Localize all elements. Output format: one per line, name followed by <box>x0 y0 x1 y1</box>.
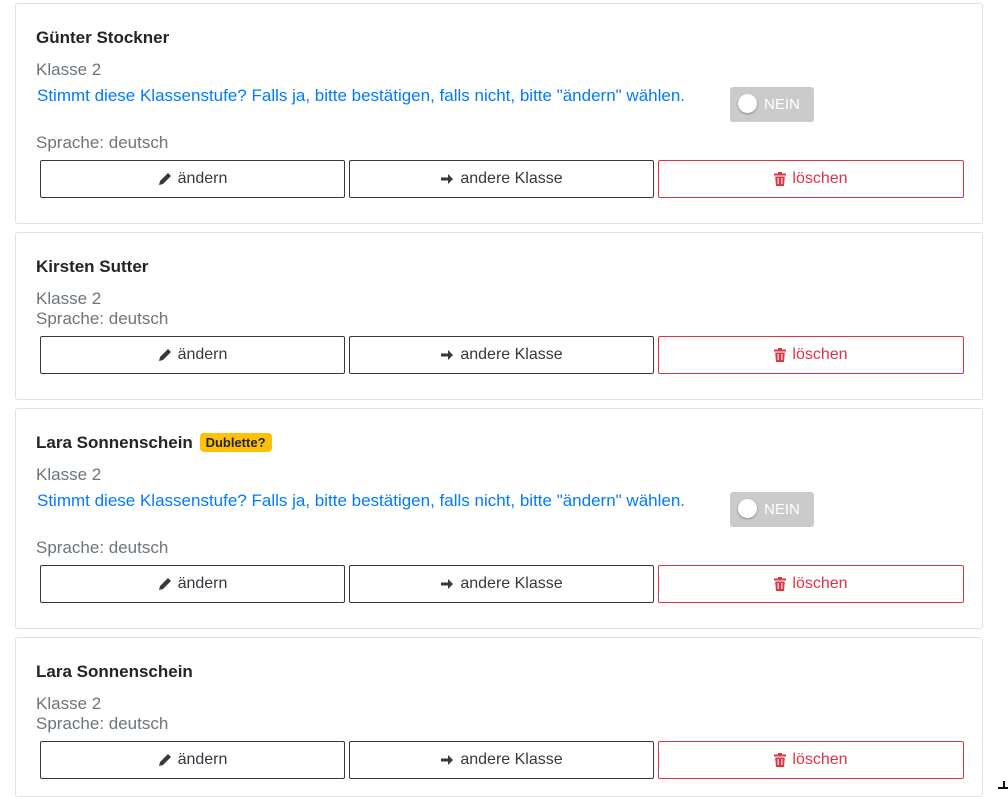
change-class-button-label: andere Klasse <box>460 346 563 363</box>
arrow-right-icon <box>440 577 454 591</box>
delete-button[interactable]: löschen <box>658 565 964 603</box>
class-confirm-question: Stimmt diese Klassenstufe? Falls ja, bit… <box>37 86 686 105</box>
student-class: Klasse 2 <box>36 694 102 713</box>
student-name: Lara Sonnenschein <box>36 662 193 681</box>
edit-button[interactable]: ändern <box>40 565 345 603</box>
delete-button-label: löschen <box>792 751 848 768</box>
class-confirm-toggle[interactable]: NEIN <box>730 492 814 527</box>
edit-button-label: ändern <box>177 170 228 187</box>
pencil-icon <box>158 172 172 186</box>
student-class: Klasse 2 <box>36 60 102 79</box>
change-class-button-label: andere Klasse <box>460 575 563 592</box>
edit-button[interactable]: ändern <box>40 741 345 779</box>
arrow-right-icon <box>440 348 454 362</box>
edit-button[interactable]: ändern <box>40 160 345 198</box>
delete-button[interactable]: löschen <box>658 336 964 374</box>
student-class: Klasse 2 <box>36 289 102 308</box>
delete-button[interactable]: löschen <box>658 160 964 198</box>
student-card: Lara Sonnenschein Klasse 2 Sprache: deut… <box>15 637 983 797</box>
student-language: Sprache: deutsch <box>36 538 169 557</box>
trash-icon <box>774 172 787 186</box>
change-class-button[interactable]: andere Klasse <box>349 741 654 779</box>
pencil-icon <box>158 753 172 767</box>
student-card: Kirsten Sutter Klasse 2 Sprache: deutsch… <box>15 232 983 400</box>
pencil-icon <box>158 577 172 591</box>
student-name: Lara Sonnenschein Dublette? <box>36 433 272 453</box>
trash-icon <box>774 348 787 362</box>
edit-button-label: ändern <box>177 575 228 592</box>
student-name: Günter Stockner <box>36 28 170 47</box>
arrow-right-icon <box>440 753 454 767</box>
edit-button-label: ändern <box>177 751 228 768</box>
trash-icon <box>774 753 787 767</box>
delete-button[interactable]: löschen <box>658 741 964 779</box>
toggle-label: NEIN <box>764 501 800 518</box>
arrow-right-icon <box>440 172 454 186</box>
delete-button-label: löschen <box>792 170 848 187</box>
resize-corner-icon <box>998 781 1008 789</box>
student-card: Lara Sonnenschein Dublette? Klasse 2 Sti… <box>15 408 983 629</box>
toggle-knob <box>738 94 757 113</box>
student-name: Kirsten Sutter <box>36 257 149 276</box>
change-class-button[interactable]: andere Klasse <box>349 336 654 374</box>
toggle-label: NEIN <box>764 96 800 113</box>
class-confirm-question: Stimmt diese Klassenstufe? Falls ja, bit… <box>37 491 686 510</box>
delete-button-label: löschen <box>792 346 848 363</box>
change-class-button-label: andere Klasse <box>460 170 563 187</box>
class-confirm-toggle[interactable]: NEIN <box>730 87 814 122</box>
edit-button[interactable]: ändern <box>40 336 345 374</box>
student-class: Klasse 2 <box>36 465 102 484</box>
student-language: Sprache: deutsch <box>36 309 169 328</box>
change-class-button[interactable]: andere Klasse <box>349 565 654 603</box>
trash-icon <box>774 577 787 591</box>
student-card: Günter Stockner Klasse 2 Stimmt diese Kl… <box>15 3 983 224</box>
student-language: Sprache: deutsch <box>36 133 169 152</box>
duplicate-badge: Dublette? <box>199 433 272 452</box>
change-class-button-label: andere Klasse <box>460 751 563 768</box>
pencil-icon <box>158 348 172 362</box>
student-language: Sprache: deutsch <box>36 714 169 733</box>
delete-button-label: löschen <box>792 575 848 592</box>
change-class-button[interactable]: andere Klasse <box>349 160 654 198</box>
toggle-knob <box>738 499 757 518</box>
edit-button-label: ändern <box>177 346 228 363</box>
